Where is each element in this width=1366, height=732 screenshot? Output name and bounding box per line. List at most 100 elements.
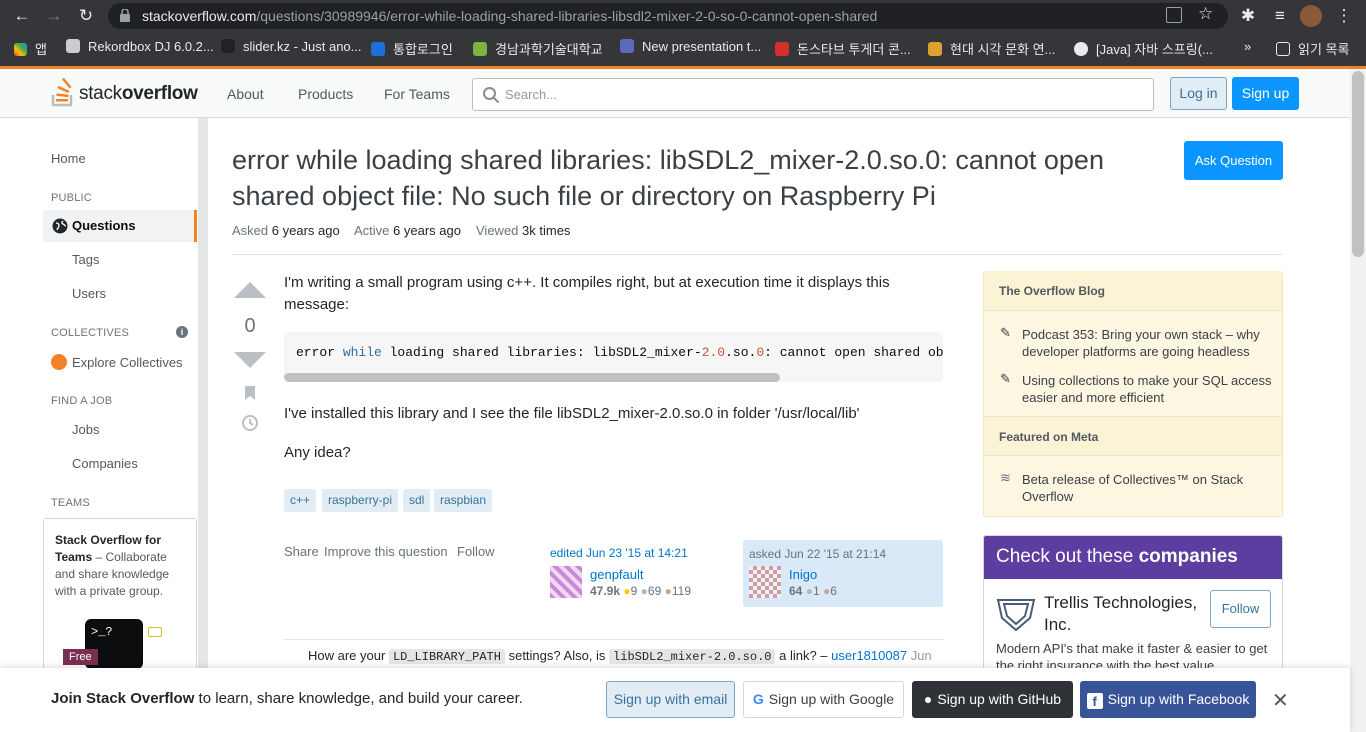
sidebar-heading-collectives: COLLECTIVES	[51, 327, 130, 339]
downvote-icon[interactable]	[234, 352, 266, 368]
meta-heading: Featured on Meta	[984, 416, 1282, 456]
bookmark-item[interactable]: New presentation t...	[620, 39, 761, 54]
rep-score: 64	[789, 584, 803, 598]
bookmark-icon[interactable]	[244, 385, 256, 401]
ask-question-button[interactable]: Ask Question	[1184, 141, 1283, 180]
share-link[interactable]: Share	[284, 544, 319, 559]
signup-google-button[interactable]: G Sign up with Google	[743, 681, 904, 718]
active-label: Active	[354, 223, 390, 238]
signup-email-button[interactable]: Sign up with email	[606, 681, 735, 718]
sidebar-item-label: Explore Collectives	[72, 355, 183, 370]
asked-value: 6 years ago	[271, 223, 340, 238]
code-block[interactable]: error while loading shared libraries: li…	[284, 332, 943, 382]
signup-github-button[interactable]: ● Sign up with GitHub	[912, 681, 1073, 718]
tag-link[interactable]: raspbian	[434, 489, 493, 512]
extensions-icon[interactable]: ✱	[1238, 6, 1258, 26]
reload-icon[interactable]: ↻	[76, 6, 96, 26]
profile-avatar[interactable]	[1300, 5, 1322, 27]
forward-icon[interactable]: →	[44, 6, 64, 26]
code-scrollbar[interactable]	[284, 373, 943, 382]
teams-promo[interactable]: Stack Overflow for Teams – Collaborate a…	[43, 518, 197, 678]
page-scrollbar[interactable]	[1350, 69, 1366, 732]
company-name[interactable]: Trellis Technologies, Inc.	[1044, 592, 1204, 636]
viewed-label: Viewed	[476, 223, 519, 238]
companies-heading-bold: companies	[1138, 546, 1238, 567]
avatar[interactable]	[550, 566, 582, 598]
upvote-icon[interactable]	[234, 282, 266, 298]
bookmark-item[interactable]: 돈스타브 투게더 콘...	[775, 39, 911, 58]
scrollbar-thumb[interactable]	[1352, 71, 1364, 257]
history-icon[interactable]	[240, 414, 260, 432]
bookmark-item[interactable]: [Java] 자바 스프링(...	[1074, 39, 1213, 58]
sidebar-item-users[interactable]: Users	[72, 286, 106, 301]
menu-icon[interactable]: ⋮	[1334, 6, 1354, 26]
google-icon: G	[752, 691, 764, 707]
bookmarks-overflow[interactable]: »	[1244, 39, 1251, 54]
sidebar-item-companies[interactable]: Companies	[72, 456, 138, 471]
question-title[interactable]: error while loading shared libraries: li…	[232, 142, 1132, 214]
follow-link[interactable]: Follow	[457, 544, 495, 559]
sidebar-item-tags[interactable]: Tags	[72, 252, 99, 267]
nav-about[interactable]: About	[227, 86, 264, 102]
viewed-meta: Viewed 3k times	[476, 223, 570, 238]
divider	[232, 254, 1283, 255]
comment-user[interactable]: user1810087	[831, 648, 907, 663]
improve-question-link[interactable]: Improve this question	[324, 544, 448, 559]
comment-code: libSDL2_mixer-2.0.so.0	[609, 649, 776, 664]
left-sidebar: Home PUBLIC Questions Tags Users COLLECT…	[0, 118, 208, 678]
avatar[interactable]	[749, 566, 781, 598]
comment-text: a link? –	[779, 648, 828, 663]
sidebar-item-jobs[interactable]: Jobs	[72, 422, 99, 437]
search-input[interactable]: Search...	[472, 78, 1154, 111]
bookmark-item[interactable]: 경남과학기술대학교	[473, 39, 603, 58]
sidebar-item-explore-collectives[interactable]: Explore Collectives	[51, 354, 183, 370]
search-icon	[483, 87, 500, 104]
signup-facebook-button[interactable]: f Sign up with Facebook	[1080, 681, 1256, 718]
back-icon[interactable]: ←	[12, 6, 32, 26]
star-icon[interactable]: ☆	[1198, 4, 1213, 24]
reading-list[interactable]: 읽기 목록	[1276, 39, 1349, 58]
bookmark-apps[interactable]: 앱	[14, 39, 47, 58]
comment-date[interactable]: Jun	[911, 648, 932, 663]
teams-promo-text: Stack Overflow for Teams – Collaborate a…	[55, 532, 185, 600]
sidebar-item-questions[interactable]: Questions	[43, 210, 197, 242]
site-logo[interactable]: stackoverflow	[51, 77, 201, 107]
meta-link[interactable]: Beta release of Collectives™ on Stack Ov…	[1022, 471, 1272, 505]
follow-company-button[interactable]: Follow	[1210, 590, 1271, 628]
company-logo[interactable]	[996, 596, 1036, 632]
address-bar[interactable]: stackoverflow.com/questions/30989946/err…	[108, 3, 1228, 29]
info-icon[interactable]: i	[176, 326, 188, 338]
browser-chrome: ← → ↻ stackoverflow.com/questions/309899…	[0, 0, 1366, 68]
close-icon[interactable]: ✕	[1272, 688, 1289, 713]
bookmark-item[interactable]: 통합로그인	[371, 39, 453, 58]
sidebar-scrollbar[interactable]	[198, 118, 208, 678]
sidebar-heading-public: PUBLIC	[51, 192, 92, 204]
tag-link[interactable]: c++	[284, 489, 317, 512]
reading-list-icon[interactable]: ≡	[1270, 6, 1290, 26]
sidebar-item-home[interactable]: Home	[51, 151, 86, 166]
login-button[interactable]: Log in	[1170, 77, 1227, 110]
comment: How are your LD_LIBRARY_PATH settings? A…	[284, 639, 943, 664]
code-scrollbar-thumb[interactable]	[284, 373, 780, 382]
bookmark-item[interactable]: Rekordbox DJ 6.0.2...	[66, 39, 214, 54]
nav-products[interactable]: Products	[298, 86, 353, 102]
editor-name[interactable]: genpfault	[590, 567, 644, 582]
tag-link[interactable]: raspberry-pi	[322, 489, 399, 512]
nav-for-teams[interactable]: For Teams	[384, 86, 450, 102]
pencil-icon: ✎	[1000, 371, 1011, 386]
active-value[interactable]: 6 years ago	[393, 223, 461, 238]
bronze-badges: 6	[830, 584, 837, 598]
tag-link[interactable]: sdl	[403, 489, 431, 512]
asker-name[interactable]: Inigo	[789, 567, 817, 582]
blog-link[interactable]: Podcast 353: Bring your own stack – why …	[1022, 326, 1272, 360]
blog-link[interactable]: Using collections to make your SQL acces…	[1022, 372, 1272, 406]
bookmark-item[interactable]: slider.kz - Just ano...	[221, 39, 362, 54]
edited-time[interactable]: edited Jun 23 '15 at 14:21	[550, 546, 730, 560]
banner-desc: to learn, share knowledge, and build you…	[194, 690, 523, 707]
translate-icon[interactable]	[1166, 7, 1182, 23]
chat-icon	[148, 627, 162, 637]
companies-heading: Check out these companies	[984, 536, 1282, 579]
signup-button[interactable]: Sign up	[1232, 77, 1299, 110]
bookmark-item[interactable]: 현대 시각 문화 연...	[928, 39, 1055, 58]
stack-logo-icon	[51, 77, 73, 107]
